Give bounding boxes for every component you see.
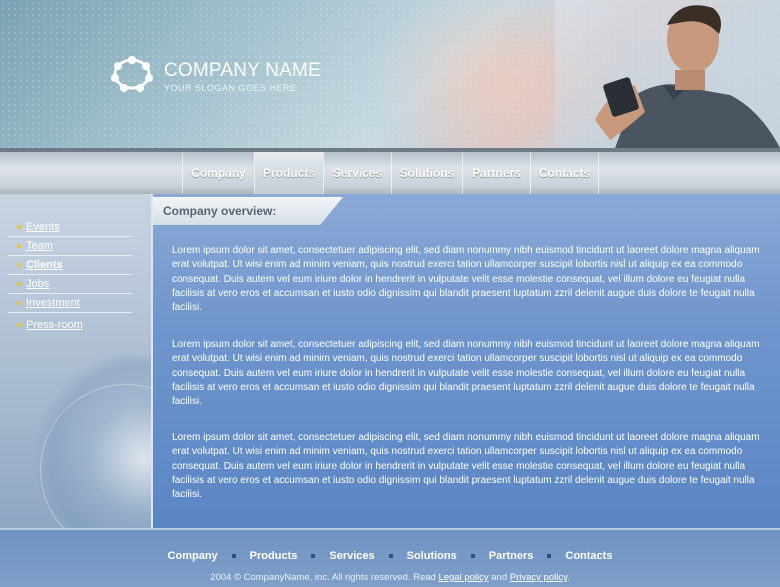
nav-tab-company[interactable]: Company [182, 152, 254, 194]
sidebar-link-jobs[interactable]: Jobs [26, 278, 49, 290]
nav-tab-partners[interactable]: Partners [462, 152, 530, 194]
footer-link-company[interactable]: Company [168, 550, 218, 562]
bullet-icon [17, 244, 21, 248]
main-content: Company overview: Lorem ipsum dolor sit … [153, 194, 780, 528]
privacy-policy-link[interactable]: Privacy policy [510, 572, 567, 583]
section-title: Company overview: [153, 197, 343, 225]
separator-icon [547, 554, 552, 559]
legal-policy-link[interactable]: Legal policy [438, 572, 488, 583]
sidebar-link-events[interactable]: Events [26, 221, 60, 233]
footer-navigation: Company Products Services Solutions Partners… [0, 550, 780, 562]
separator-icon [470, 554, 475, 559]
footer: Company Products Services Solutions Partners… [0, 528, 780, 587]
bullet-icon [17, 263, 21, 267]
separator-icon [388, 554, 393, 559]
copyright-and: and [491, 572, 508, 583]
sidebar-link-clients[interactable]: Clients [26, 259, 63, 271]
header-banner: COMPANY NAME YOUR SLOGAN GOES HERE [0, 0, 780, 148]
sidebar-link-investment[interactable]: Investment [26, 297, 80, 309]
sidebar-menu: Events Team Clients Jobs Investment Pres… [8, 219, 132, 335]
main-navigation: Company Products Services Solutions Part… [0, 148, 780, 194]
sidebar: Events Team Clients Jobs Investment Pres… [0, 194, 153, 528]
sidebar-item-press-room: Press-room [8, 317, 132, 334]
company-slogan: YOUR SLOGAN GOES HERE [164, 83, 297, 93]
sidebar-item-events: Events [8, 219, 132, 237]
bullet-icon [17, 301, 21, 305]
nav-tab-contacts[interactable]: Contacts [530, 152, 599, 194]
sidebar-item-investment: Investment [8, 295, 132, 313]
content-paragraph: Lorem ipsum dolor sit amet, consectetuer… [172, 432, 760, 501]
copyright-text: 2004 © CompanyName, inc. All rights rese… [0, 572, 780, 583]
bullet-icon [17, 282, 21, 286]
content-paragraph: Lorem ipsum dolor sit amet, consectetuer… [172, 245, 760, 314]
sidebar-link-press-room[interactable]: Press-room [26, 319, 83, 331]
separator-icon [311, 554, 316, 559]
nav-tab-solutions[interactable]: Solutions [391, 152, 462, 194]
footer-link-solutions[interactable]: Solutions [407, 550, 457, 562]
sidebar-item-jobs: Jobs [8, 276, 132, 294]
sidebar-link-team[interactable]: Team [26, 240, 53, 252]
footer-link-products[interactable]: Products [250, 550, 298, 562]
footer-link-partners[interactable]: Partners [489, 550, 534, 562]
businessman-photo [555, 0, 780, 148]
footer-link-contacts[interactable]: Contacts [565, 550, 612, 562]
copyright-period: . [567, 572, 570, 583]
copyright-prefix: 2004 © CompanyName, inc. All rights rese… [210, 572, 436, 583]
nav-tab-products[interactable]: Products [254, 152, 323, 194]
content-paragraph: Lorem ipsum dolor sit amet, consectetuer… [172, 339, 760, 408]
globe-graphic [30, 354, 151, 528]
bullet-icon [17, 323, 21, 327]
sidebar-item-clients: Clients [8, 257, 132, 275]
footer-link-services[interactable]: Services [329, 550, 374, 562]
company-logo-icon[interactable] [108, 52, 156, 96]
nav-tab-services[interactable]: Services [323, 152, 391, 194]
sidebar-item-team: Team [8, 238, 132, 256]
separator-icon [231, 554, 236, 559]
company-name: COMPANY NAME [164, 60, 321, 81]
bullet-icon [17, 225, 21, 229]
